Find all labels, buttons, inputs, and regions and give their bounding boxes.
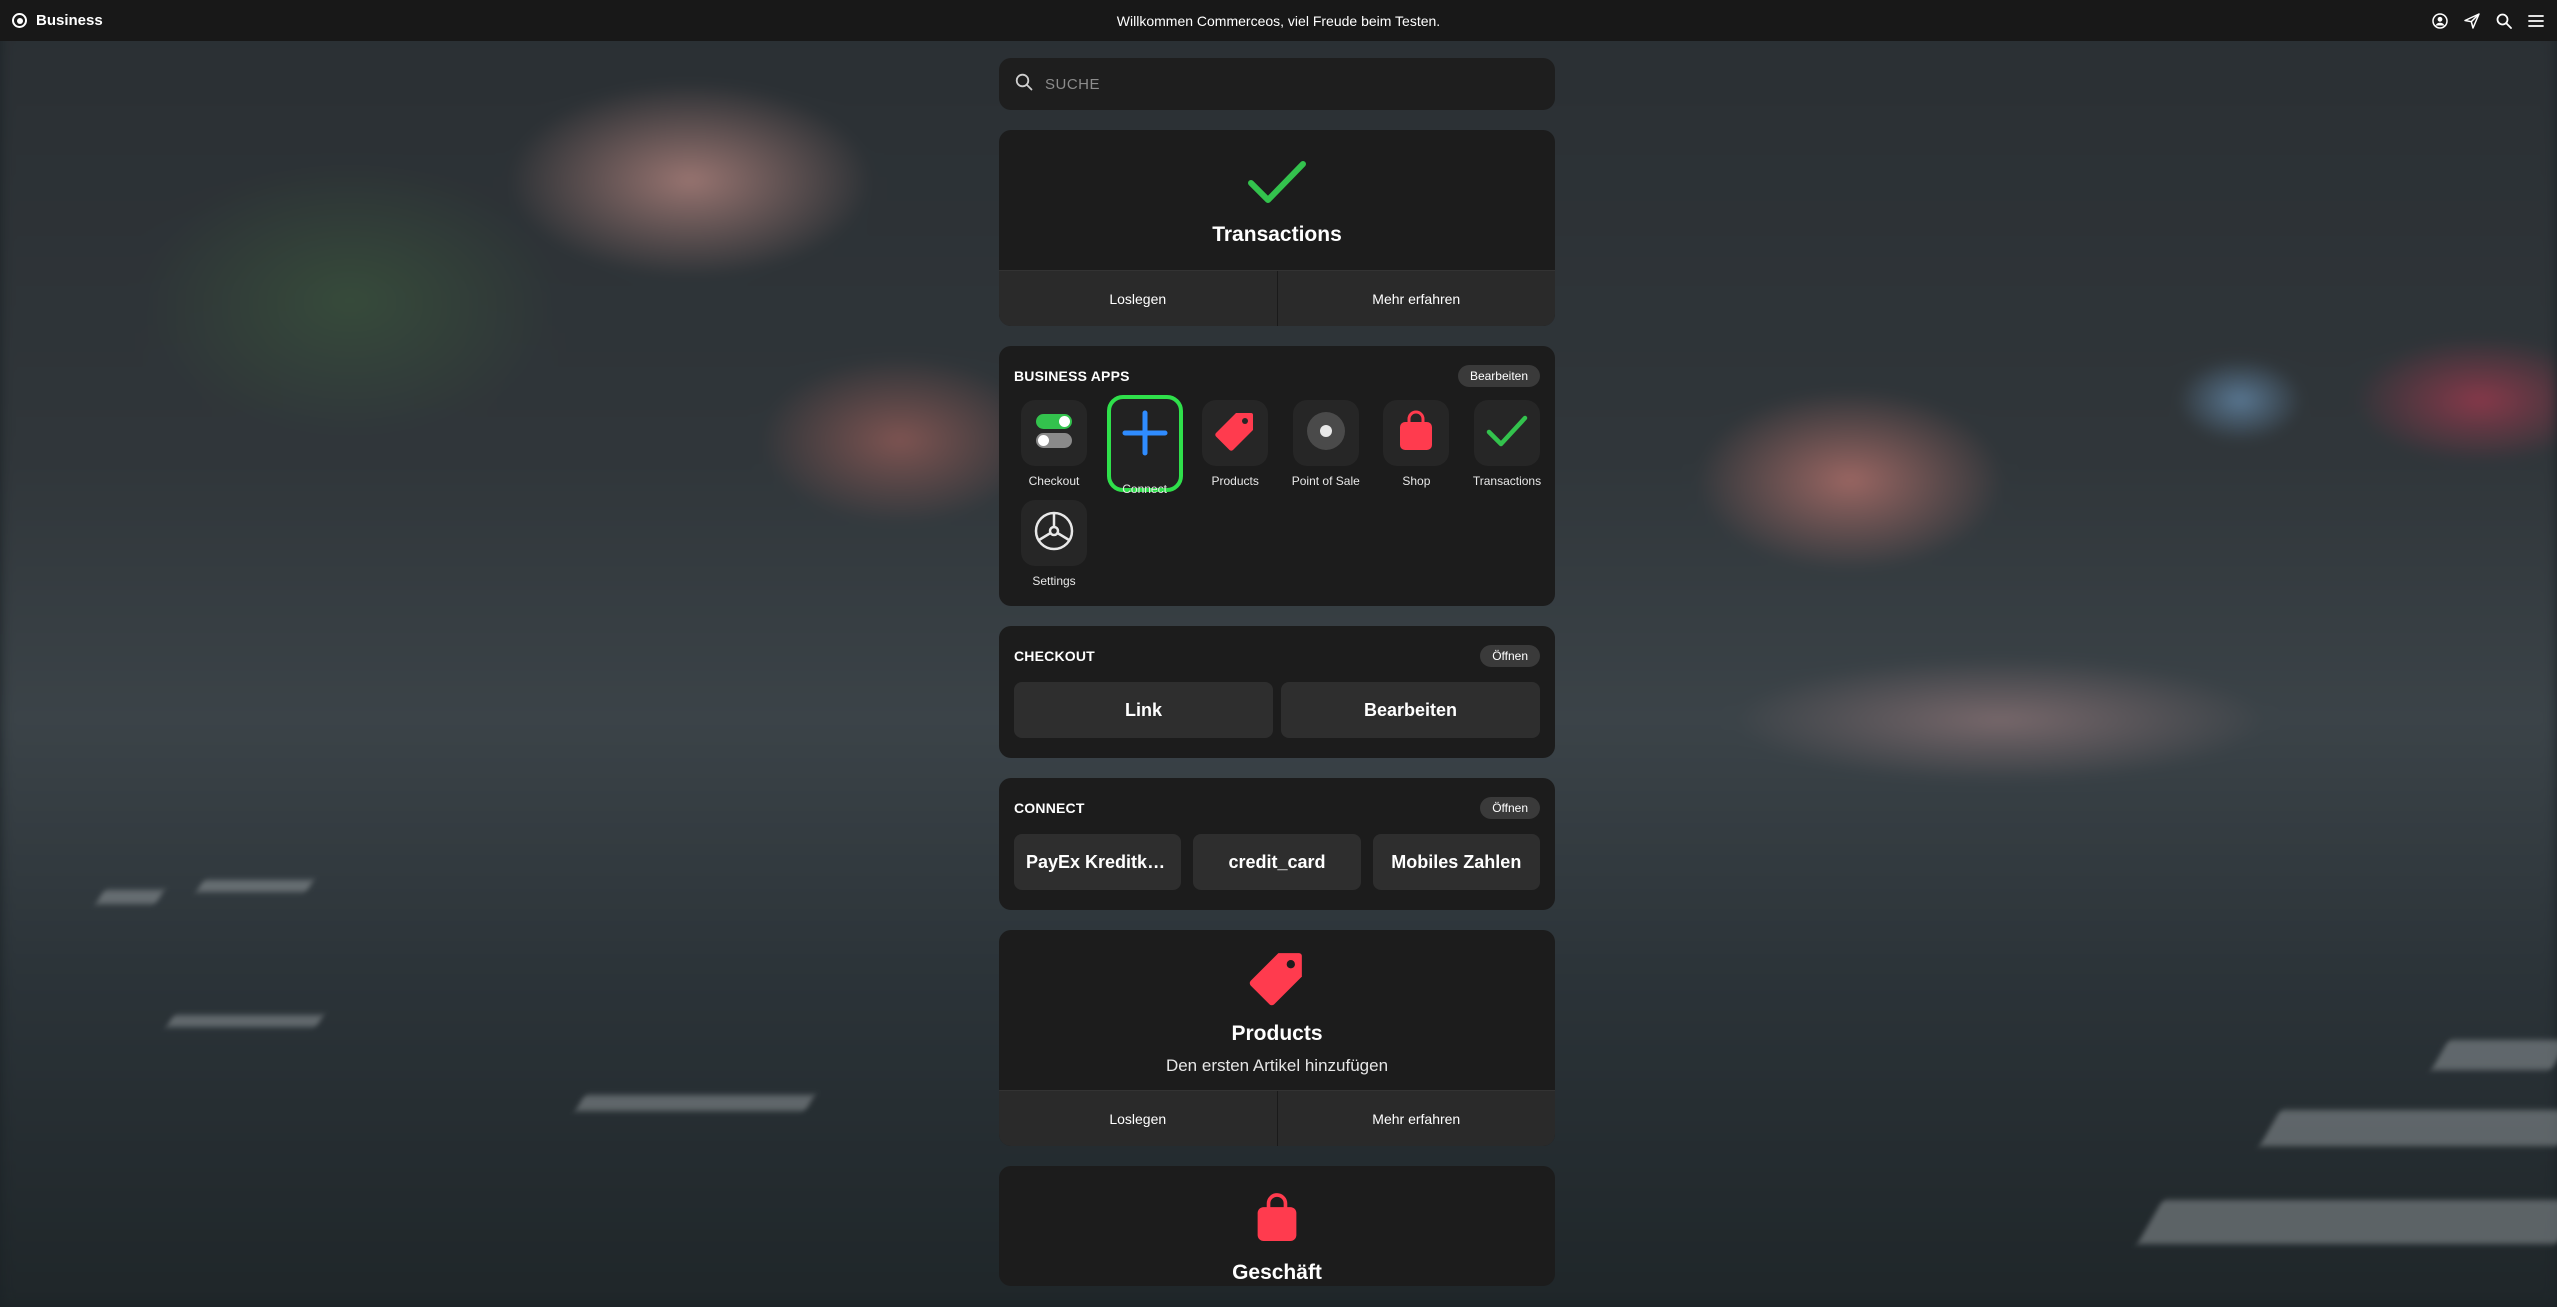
app-label: Products [1211, 474, 1259, 488]
pos-terminal-icon [1305, 410, 1347, 457]
dashboard-column: Transactions Loslegen Mehr erfahren BUSI… [999, 58, 1555, 1286]
checkmark-icon [1486, 414, 1528, 453]
business-apps-title: BUSINESS APPS [1014, 368, 1130, 384]
products-title: Products [1231, 1021, 1323, 1045]
checkout-widget: CHECKOUT Öffnen Link Bearbeiten [999, 626, 1555, 758]
crosswalk-stripe [2137, 1200, 2557, 1244]
checkout-header: CHECKOUT Öffnen [999, 644, 1555, 668]
connect-integrations: PayEx Kreditkar... credit_card Mobiles Z… [999, 820, 1555, 910]
products-start-button[interactable]: Loslegen [999, 1091, 1277, 1146]
app-label: Transactions [1472, 474, 1542, 488]
app-label: Connect [1122, 482, 1167, 496]
business-apps-header: BUSINESS APPS Bearbeiten [999, 364, 1555, 388]
products-widget: Products Den ersten Artikel hinzufügen L… [999, 930, 1555, 1146]
welcome-message: Willkommen Commerceos, viel Freude beim … [1116, 12, 1441, 29]
app-tile [1202, 400, 1269, 466]
user-circle-icon[interactable] [2431, 12, 2449, 30]
connect-title: CONNECT [1014, 800, 1085, 816]
app-label: Settings [1032, 574, 1076, 588]
app-grid: Checkout Connect Products Point of Sale … [999, 388, 1555, 606]
crosswalk-stripe [575, 1095, 815, 1111]
transactions-title: Transactions [1212, 222, 1342, 246]
shopping-bag-icon [1254, 1192, 1300, 1249]
products-hero: Products Den ersten Artikel hinzufügen [999, 930, 1555, 1090]
crosswalk-stripe [166, 1015, 324, 1027]
shopping-bag-icon [1397, 410, 1435, 457]
business-apps-edit-button[interactable]: Bearbeiten [1457, 365, 1540, 387]
checkout-title: CHECKOUT [1014, 648, 1095, 664]
app-tile [1106, 395, 1183, 492]
brand-label: Business [36, 12, 103, 29]
search-input[interactable] [1045, 75, 1539, 93]
price-tag-icon [1248, 949, 1306, 1012]
top-actions [2431, 12, 2545, 30]
app-point-of-sale[interactable]: Point of Sale [1287, 400, 1365, 488]
business-apps-widget: BUSINESS APPS Bearbeiten Checkout Connec… [999, 346, 1555, 606]
app-settings[interactable]: Settings [1015, 500, 1093, 588]
crosswalk-stripe [2431, 1040, 2557, 1070]
connect-mobile-pay-button[interactable]: Mobiles Zahlen [1372, 834, 1540, 890]
search-icon [1015, 73, 1033, 96]
checkmark-icon [1248, 160, 1306, 209]
paper-plane-icon[interactable] [2463, 12, 2481, 30]
app-shop[interactable]: Shop [1377, 400, 1455, 488]
app-tile [1383, 400, 1450, 466]
app-label: Shop [1402, 474, 1431, 488]
top-bar: Business Willkommen Commerceos, viel Fre… [0, 0, 2557, 41]
transactions-widget: Transactions Loslegen Mehr erfahren [999, 130, 1555, 326]
checkout-actions: Link Bearbeiten [999, 668, 1555, 758]
toggle-switches-icon [1034, 411, 1074, 456]
app-products[interactable]: Products [1196, 400, 1274, 488]
transactions-hero: Transactions [999, 130, 1555, 270]
products-subtitle: Den ersten Artikel hinzufügen [1165, 1055, 1389, 1075]
settings-wheel-icon [1032, 509, 1076, 558]
connect-credit-card-button[interactable]: credit_card [1193, 834, 1361, 890]
crosswalk-stripe [196, 880, 314, 892]
products-learn-more-button[interactable]: Mehr erfahren [1276, 1091, 1556, 1146]
checkout-link-button[interactable]: Link [1014, 682, 1273, 738]
shop-title: Geschäft [1232, 1261, 1322, 1284]
products-actions: Loslegen Mehr erfahren [999, 1090, 1555, 1146]
app-connect[interactable]: Connect [1106, 395, 1184, 514]
app-tile [1021, 500, 1087, 566]
brand[interactable]: Business [12, 12, 103, 29]
app-transactions[interactable]: Transactions [1468, 400, 1546, 488]
connect-payex-button[interactable]: PayEx Kreditkar... [1014, 834, 1182, 890]
brand-logo-icon [12, 13, 27, 28]
app-label: Checkout [1028, 474, 1080, 488]
plus-icon [1121, 409, 1169, 462]
app-tile [1292, 400, 1359, 466]
app-checkout[interactable]: Checkout [1015, 400, 1093, 488]
transactions-learn-more-button[interactable]: Mehr erfahren [1276, 271, 1556, 326]
checkout-edit-button[interactable]: Bearbeiten [1281, 682, 1540, 738]
price-tag-icon [1214, 410, 1256, 457]
shop-widget: Geschäft [999, 1166, 1555, 1286]
transactions-actions: Loslegen Mehr erfahren [999, 270, 1555, 326]
connect-open-button[interactable]: Öffnen [1480, 797, 1540, 819]
menu-icon[interactable] [2527, 12, 2545, 30]
search-icon[interactable] [2495, 12, 2513, 30]
checkout-open-button[interactable]: Öffnen [1480, 645, 1540, 667]
connect-header: CONNECT Öffnen [999, 796, 1555, 820]
shop-hero: Geschäft [999, 1166, 1555, 1286]
connect-widget: CONNECT Öffnen PayEx Kreditkar... credit… [999, 778, 1555, 910]
crosswalk-stripe [2259, 1110, 2557, 1146]
app-tile [1473, 400, 1540, 466]
crosswalk-stripe [95, 890, 165, 904]
search-bar[interactable] [999, 58, 1555, 110]
app-label: Point of Sale [1291, 474, 1360, 488]
transactions-start-button[interactable]: Loslegen [999, 271, 1277, 326]
app-tile [1021, 400, 1087, 466]
